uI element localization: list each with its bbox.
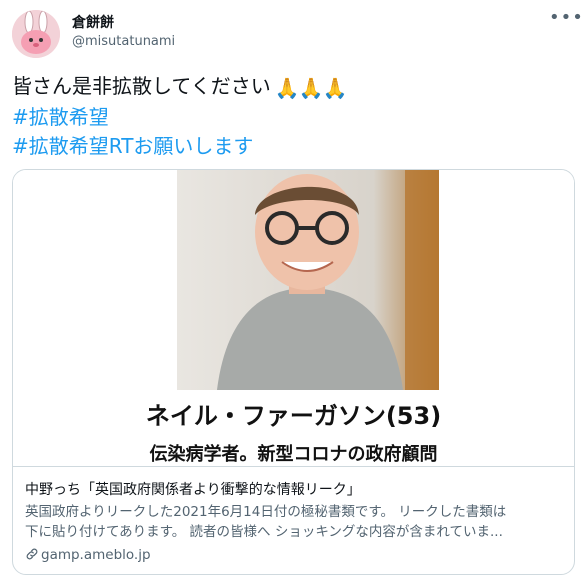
hashtag-link[interactable]: #拡散希望 — [12, 105, 109, 129]
card-title[interactable]: 中野っち「英国政府関係者より衝撃的な情報リーク」 — [25, 479, 361, 499]
card-description: 英国政府よりリークした2021年6月14日付の極秘書類です。 リークした書類は … — [25, 502, 565, 542]
card-description-line: 下に貼り付けてあります。 読者の皆様へ ショッキングな内容が含まれていま... — [25, 524, 503, 540]
prayer-emoji: 🙏 — [274, 76, 300, 100]
user-handle[interactable]: @misutatunami — [72, 34, 175, 49]
bunny-avatar-icon — [12, 10, 60, 58]
prayer-emoji: 🙏 — [322, 76, 348, 100]
person-photo-icon — [177, 170, 439, 390]
card-domain[interactable]: gamp.ameblo.jp — [25, 547, 151, 563]
hashtag-link[interactable]: #拡散希望RTお願いします — [12, 134, 253, 158]
avatar[interactable] — [12, 10, 60, 58]
prayer-emoji-group: 🙏🙏🙏 — [274, 74, 348, 103]
link-icon — [26, 548, 38, 560]
tweet-text: 皆さん是非拡散してください 🙏🙏🙏 #拡散希望 #拡散希望RTお願いします — [12, 72, 572, 161]
prayer-emoji: 🙏 — [298, 76, 324, 100]
tweet-line-1: 皆さん是非拡散してください — [12, 74, 271, 98]
card-photo — [177, 170, 439, 390]
display-name[interactable]: 倉餅餅 — [72, 12, 114, 32]
card-image[interactable]: ネイル・ファーガソン(53) 伝染病学者。新型コロナの政府顧問 — [13, 170, 574, 466]
card-image-caption-name: ネイル・ファーガソン(53) — [145, 402, 442, 430]
card-description-line: 英国政府よりリークした2021年6月14日付の極秘書類です。 リークした書類は — [25, 504, 507, 520]
card-info[interactable]: 中野っち「英国政府関係者より衝撃的な情報リーク」 英国政府よりリークした2021… — [13, 466, 574, 574]
more-icon[interactable]: ••• — [549, 9, 583, 32]
card-domain-text: gamp.ameblo.jp — [41, 547, 151, 563]
link-card[interactable]: ネイル・ファーガソン(53) 伝染病学者。新型コロナの政府顧問 中野っち「英国政… — [12, 169, 575, 575]
card-image-caption-role: 伝染病学者。新型コロナの政府顧問 — [149, 444, 438, 465]
